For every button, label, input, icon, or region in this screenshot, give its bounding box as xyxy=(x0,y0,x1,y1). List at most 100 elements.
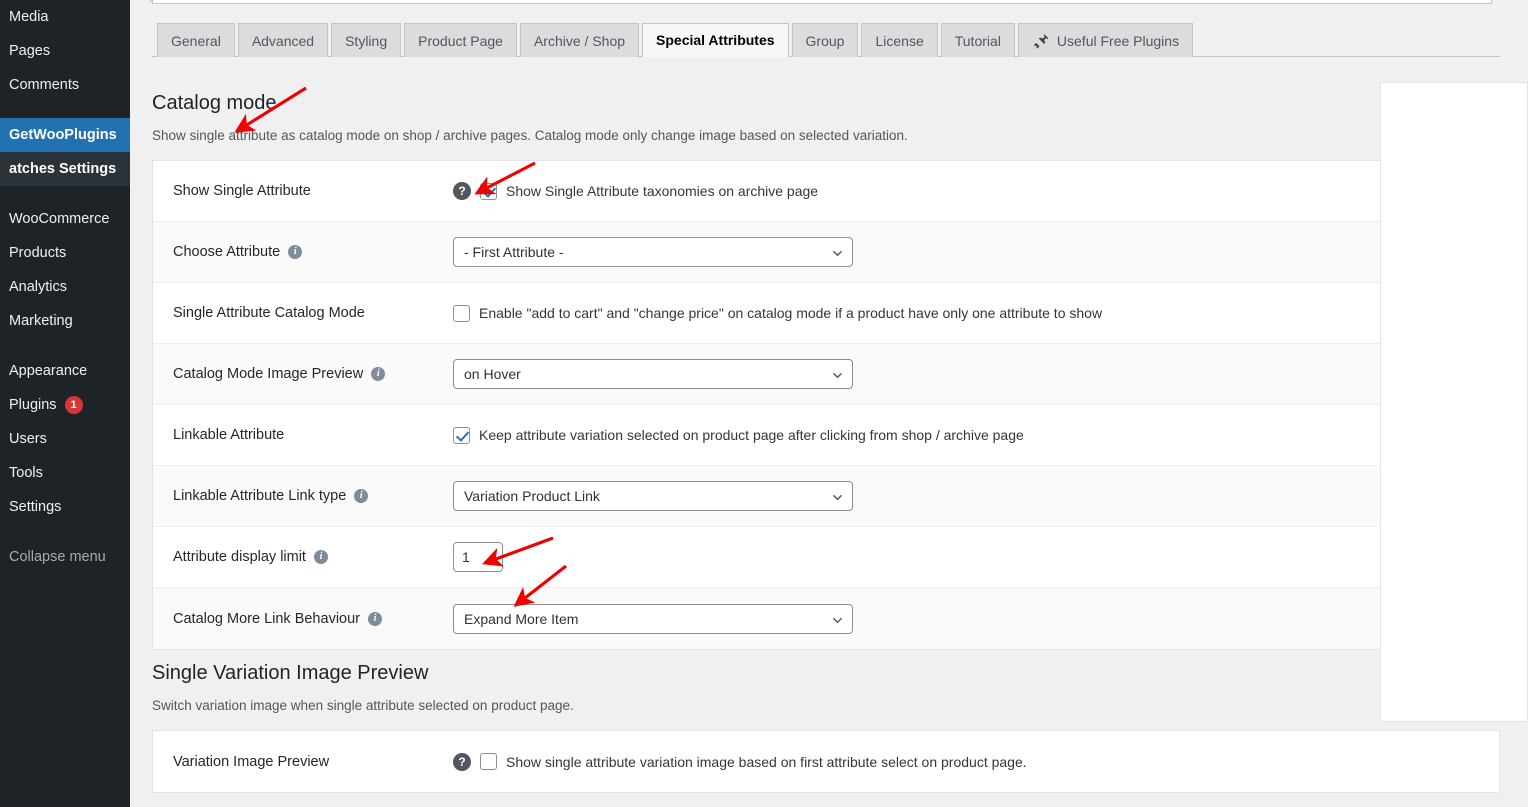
linkable-attribute-link-type-select[interactable]: Variation Product Link xyxy=(453,481,853,512)
sidebar-item-pages[interactable]: Pages xyxy=(0,34,130,68)
sidebar-item-plugins[interactable]: Plugins 1 xyxy=(0,388,130,422)
variation-image-preview-checkbox[interactable] xyxy=(480,753,497,771)
sidebar-item-label: Analytics xyxy=(9,279,68,295)
tab-label: Special Attributes xyxy=(656,32,775,48)
row-label: Single Attribute Catalog Mode xyxy=(153,305,453,321)
main-content-area: General Advanced Styling Product Page Ar… xyxy=(130,0,1528,807)
tab-general[interactable]: General xyxy=(157,23,235,57)
catalog-mode-section: Catalog mode Show single attribute as ca… xyxy=(152,90,1500,651)
linkable-attribute-label: Linkable Attribute xyxy=(173,427,285,444)
tab-label: Tutorial xyxy=(954,32,1001,49)
info-icon[interactable]: i xyxy=(368,611,382,626)
sidebar-item-analytics[interactable]: Analytics xyxy=(0,270,130,304)
row-field: Variation Product Link xyxy=(453,481,1499,512)
info-icon[interactable]: i xyxy=(288,245,303,260)
linkable-attribute-checkbox[interactable] xyxy=(453,426,470,444)
sidebar-gap-4 xyxy=(0,524,130,540)
sidebar-submenu-swatches-settings[interactable]: atches Settings xyxy=(0,152,130,186)
catalog-mode-image-preview-select[interactable]: on Hover xyxy=(453,359,853,390)
tab-special-attributes[interactable]: Special Attributes xyxy=(642,23,789,57)
sidebar-item-marketing[interactable]: Marketing xyxy=(0,304,130,338)
settings-tab-bar: General Advanced Styling Product Page Ar… xyxy=(152,22,1500,57)
choose-attribute-select[interactable]: - First Attribute - xyxy=(453,237,853,268)
sidebar-item-comments[interactable]: Comments xyxy=(0,68,130,102)
row-label: Variation Image Preview xyxy=(153,754,453,770)
single-variation-image-preview-section: Single Variation Image Preview Switch va… xyxy=(152,660,1500,794)
help-icon[interactable]: ? xyxy=(453,752,471,771)
sidebar-item-media[interactable]: Media xyxy=(0,0,130,34)
sidebar-item-appearance[interactable]: Appearance xyxy=(0,354,130,388)
choose-attribute-label: Choose Attribute xyxy=(173,244,281,261)
single-attribute-catalog-mode-checkbox-label[interactable]: Enable "add to cart" and "change price" … xyxy=(479,305,1102,321)
sidebar-item-label: Tools xyxy=(9,465,43,481)
tab-advanced[interactable]: Advanced xyxy=(237,23,329,57)
plug-icon xyxy=(1032,32,1050,50)
variation-image-preview-label: Variation Image Preview xyxy=(173,753,330,770)
sidebar-item-label: WooCommerce xyxy=(9,211,110,227)
tab-styling[interactable]: Styling xyxy=(331,23,402,57)
sidebar-gap-2 xyxy=(0,186,130,202)
single-attribute-catalog-mode-checkbox[interactable] xyxy=(453,304,470,322)
sidebar-item-label: Appearance xyxy=(9,363,88,379)
tab-label: General xyxy=(171,32,221,49)
sidebar-item-products[interactable]: Products xyxy=(0,236,130,270)
row-linkable-attribute-link-type: Linkable Attribute Link type i Variation… xyxy=(153,466,1499,528)
catalog-mode-settings-table: Show Single Attribute ? Show Single Attr… xyxy=(152,160,1500,651)
row-label: Linkable Attribute xyxy=(153,427,453,443)
sidebar-item-woocommerce[interactable]: WooCommerce xyxy=(0,202,130,236)
row-field: Keep attribute variation selected on pro… xyxy=(453,426,1499,444)
tab-label: License xyxy=(875,32,924,49)
right-side-panel-partial xyxy=(1380,82,1528,722)
row-variation-image-preview: Variation Image Preview ? Show single at… xyxy=(153,731,1499,793)
info-icon[interactable]: i xyxy=(313,550,328,565)
tab-label: Useful Free Plugins xyxy=(1056,32,1180,49)
row-label: Choose Attribute i xyxy=(153,244,453,260)
tab-group[interactable]: Group xyxy=(791,23,859,57)
admin-sidebar: Media Pages Comments GetWooPlugins atche… xyxy=(0,0,130,807)
variation-image-preview-checkbox-label[interactable]: Show single attribute variation image ba… xyxy=(506,754,1027,770)
catalog-mode-image-preview-label: Catalog Mode Image Preview xyxy=(173,366,364,383)
tab-useful-free-plugins[interactable]: Useful Free Plugins xyxy=(1017,23,1194,57)
linkable-attribute-checkbox-label[interactable]: Keep attribute variation selected on pro… xyxy=(479,427,1024,443)
tab-label: Archive / Shop xyxy=(533,32,626,49)
row-field: Expand More Item xyxy=(453,603,1499,634)
catalog-more-link-behaviour-select[interactable]: Expand More Item xyxy=(453,603,853,634)
catalog-more-link-behaviour-select-wrap: Expand More Item xyxy=(453,603,853,634)
attribute-display-limit-input[interactable] xyxy=(453,542,503,573)
single-attribute-catalog-mode-label: Single Attribute Catalog Mode xyxy=(173,305,365,322)
row-field: Enable "add to cart" and "change price" … xyxy=(453,304,1499,322)
tab-tutorial[interactable]: Tutorial xyxy=(940,23,1015,57)
sidebar-item-label: Media xyxy=(9,9,49,25)
sidebar-item-label: Products xyxy=(9,245,67,261)
sidebar-item-users[interactable]: Users xyxy=(0,422,130,456)
sidebar-item-label: Comments xyxy=(9,77,80,93)
collapse-menu-button[interactable]: Collapse menu xyxy=(0,540,130,574)
sidebar-item-label: Marketing xyxy=(9,313,73,329)
row-label: Attribute display limit i xyxy=(153,549,453,565)
tab-label: Group xyxy=(805,32,845,49)
sidebar-item-getwooplugins[interactable]: GetWooPlugins xyxy=(0,118,130,152)
sidebar-item-settings[interactable]: Settings xyxy=(0,490,130,524)
sidebar-item-tools[interactable]: Tools xyxy=(0,456,130,490)
show-single-attribute-checkbox-label[interactable]: Show Single Attribute taxonomies on arch… xyxy=(506,183,818,199)
row-field: - First Attribute - xyxy=(453,237,1499,268)
sidebar-item-label: Users xyxy=(9,431,47,447)
row-show-single-attribute: Show Single Attribute ? Show Single Attr… xyxy=(153,161,1499,223)
row-field: on Hover xyxy=(453,359,1499,390)
info-icon[interactable]: i xyxy=(371,367,386,382)
row-attribute-display-limit: Attribute display limit i xyxy=(153,527,1499,589)
row-choose-attribute: Choose Attribute i - First Attribute - xyxy=(153,222,1499,284)
sidebar-gap-3 xyxy=(0,338,130,354)
show-single-attribute-checkbox[interactable] xyxy=(480,182,497,200)
tab-archive-shop[interactable]: Archive / Shop xyxy=(519,23,640,57)
show-single-attribute-label: Show Single Attribute xyxy=(173,183,311,200)
tab-license[interactable]: License xyxy=(861,23,938,57)
row-single-attribute-catalog-mode: Single Attribute Catalog Mode Enable "ad… xyxy=(153,283,1499,345)
help-icon[interactable]: ? xyxy=(453,182,471,201)
row-field: ? Show single attribute variation image … xyxy=(453,752,1499,771)
row-label: Catalog More Link Behaviour i xyxy=(153,611,453,627)
linkable-attribute-link-type-select-wrap: Variation Product Link xyxy=(453,481,853,512)
sidebar-item-label: Settings xyxy=(9,499,62,515)
info-icon[interactable]: i xyxy=(354,489,369,504)
tab-product-page[interactable]: Product Page xyxy=(404,23,517,57)
